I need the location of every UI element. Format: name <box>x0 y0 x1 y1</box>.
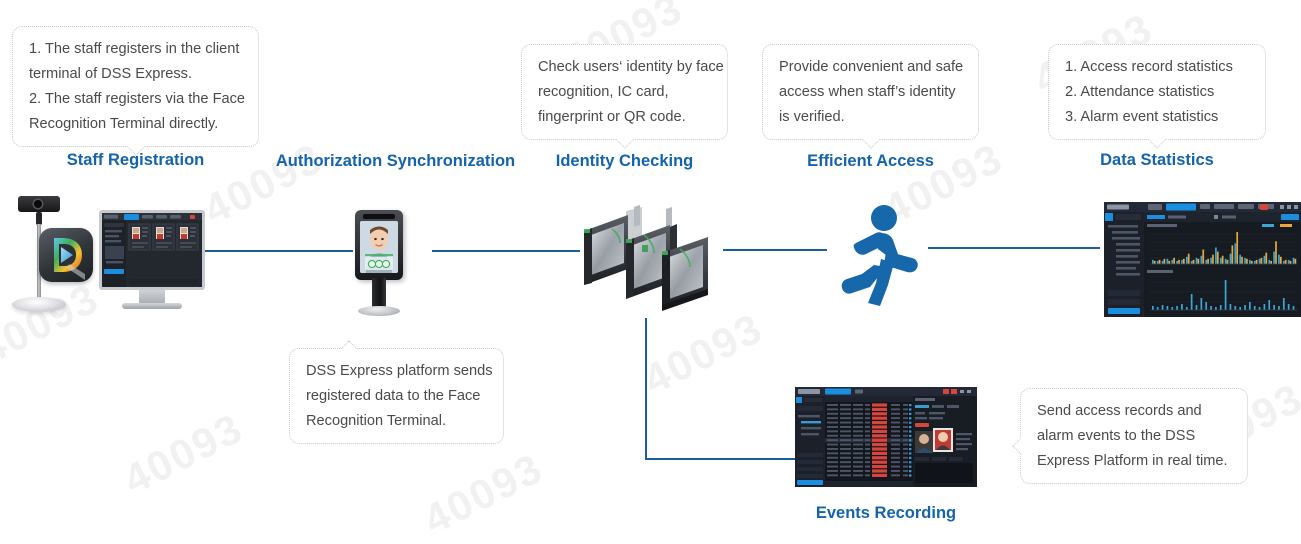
callout-identity-checking: Check users‘ identity by face recognitio… <box>521 44 728 140</box>
stage-label-efficient-access: Efficient Access <box>807 152 934 170</box>
callout-tail-icon <box>1007 433 1021 459</box>
callout-efficient-access: Provide convenient and safe access when … <box>762 44 979 140</box>
callout-line: DSS Express platform sends <box>306 363 493 379</box>
callout-authorization-synchronization: DSS Express platform sends registered da… <box>289 348 504 444</box>
callout-line: 1. Access record statistics <box>1065 59 1233 75</box>
terminal-screen <box>360 221 398 273</box>
callout-line: Send access records and <box>1037 403 1202 419</box>
running-person-icon <box>826 203 926 308</box>
stage-label-data-statistics: Data Statistics <box>1100 151 1214 169</box>
callout-line: fingerprint or QR code. <box>538 109 686 125</box>
callout-line: 2. Attendance statistics <box>1065 84 1215 100</box>
callout-line: recognition, IC card, <box>538 84 669 100</box>
camera-base <box>12 297 66 312</box>
camera-lens-icon <box>34 200 42 208</box>
stage-label-staff-registration: Staff Registration <box>66 151 205 169</box>
face-recognition-terminal <box>355 210 403 280</box>
watermark: 40093 <box>196 133 331 234</box>
callout-events-recording: Send access records and alarm events to … <box>1020 388 1248 484</box>
callout-line: 1. The staff registers in the client <box>29 41 240 57</box>
connector-gates-down <box>645 318 647 460</box>
data-statistics-dashboard <box>1104 202 1301 317</box>
speed-gate-turnstiles <box>582 205 717 320</box>
monitor-stand <box>139 290 165 304</box>
connector-terminal-to-gates <box>432 250 580 252</box>
monitor-foot <box>122 303 182 309</box>
callout-tail-icon <box>858 139 884 153</box>
callout-line: is verified. <box>779 109 845 125</box>
terminal-base <box>358 306 400 316</box>
callout-line: 3. Alarm event statistics <box>1065 109 1219 125</box>
callout-line: Provide convenient and safe <box>779 59 964 75</box>
connector-registration-to-terminal <box>193 250 353 252</box>
connector-runner-to-dashboard <box>928 247 1100 249</box>
stage-label-authorization-synchronization: Authorization Synchronization <box>275 152 516 170</box>
callout-line: access when staff’s identity <box>779 84 956 100</box>
dss-express-client-monitor <box>99 210 205 290</box>
callout-staff-registration: 1. The staff registers in the client ter… <box>12 26 259 147</box>
stage-label-identity-checking: Identity Checking <box>555 152 694 170</box>
callout-data-statistics: 1. Access record statistics 2. Attendanc… <box>1048 44 1266 140</box>
watermark: 40093 <box>416 443 551 544</box>
callout-line: registered data to the Face <box>306 388 481 404</box>
connector-gates-to-runner <box>723 249 827 251</box>
callout-line: Recognition Terminal directly. <box>29 116 219 132</box>
stage-label-events-recording: Events Recording <box>815 504 957 522</box>
monitor-screen <box>102 213 202 287</box>
watermark: 40093 <box>116 403 251 504</box>
callout-tail-icon <box>612 139 638 153</box>
events-recording-screen <box>795 387 977 487</box>
callout-line: alarm events to the DSS <box>1037 428 1196 444</box>
callout-line: Express Platform in real time. <box>1037 453 1228 469</box>
callout-tail-icon <box>336 335 362 349</box>
callout-line: Check users‘ identity by face <box>538 59 724 75</box>
callout-line: Recognition Terminal. <box>306 413 447 429</box>
terminal-sensor-bar <box>363 214 395 219</box>
connector-down-to-events <box>645 458 797 460</box>
callout-line: terminal of DSS Express. <box>29 66 193 82</box>
diagram-canvas: 40093 40093 40093 40093 40093 40093 4009… <box>0 0 1301 543</box>
dashboard-chart <box>1104 202 1301 317</box>
dss-express-app-icon <box>39 228 93 282</box>
callout-line: 2. The staff registers via the Face <box>29 91 246 107</box>
